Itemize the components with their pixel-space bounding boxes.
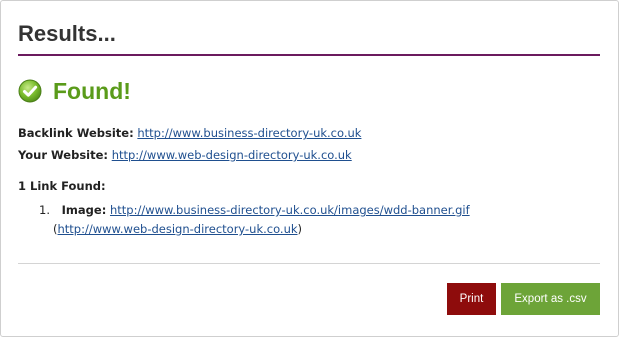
link-target-url[interactable]: http://www.web-design-directory-uk.co.uk	[58, 222, 298, 236]
check-circle-icon	[18, 79, 42, 103]
your-website-link[interactable]: http://www.web-design-directory-uk.co.uk	[112, 148, 352, 162]
list-item: 1. Image: http://www.business-directory-…	[39, 203, 470, 217]
print-button[interactable]: Print	[447, 283, 496, 315]
found-status: Found!	[18, 77, 131, 105]
backlink-website-row: Backlink Website: http://www.business-di…	[18, 126, 361, 140]
list-item-number: 1.	[39, 203, 50, 217]
your-website-row: Your Website: http://www.web-design-dire…	[18, 148, 352, 162]
backlink-website-link[interactable]: http://www.business-directory-uk.co.uk	[137, 126, 361, 140]
footer-divider	[18, 263, 600, 264]
link-target-row: (http://www.web-design-directory-uk.co.u…	[53, 222, 302, 236]
results-panel: Results... Found! Backlink Website: http…	[0, 0, 619, 337]
your-website-label: Your Website:	[18, 148, 109, 162]
found-status-text: Found!	[53, 78, 131, 104]
backlink-website-label: Backlink Website:	[18, 126, 134, 140]
export-csv-button[interactable]: Export as .csv	[501, 283, 600, 315]
link-type-label: Image:	[61, 203, 107, 217]
links-found-count: 1 Link Found:	[18, 179, 106, 193]
image-url-link[interactable]: http://www.business-directory-uk.co.uk/i…	[110, 203, 470, 217]
title-divider	[18, 54, 600, 56]
close-paren: )	[297, 222, 303, 236]
page-title: Results...	[18, 21, 116, 46]
